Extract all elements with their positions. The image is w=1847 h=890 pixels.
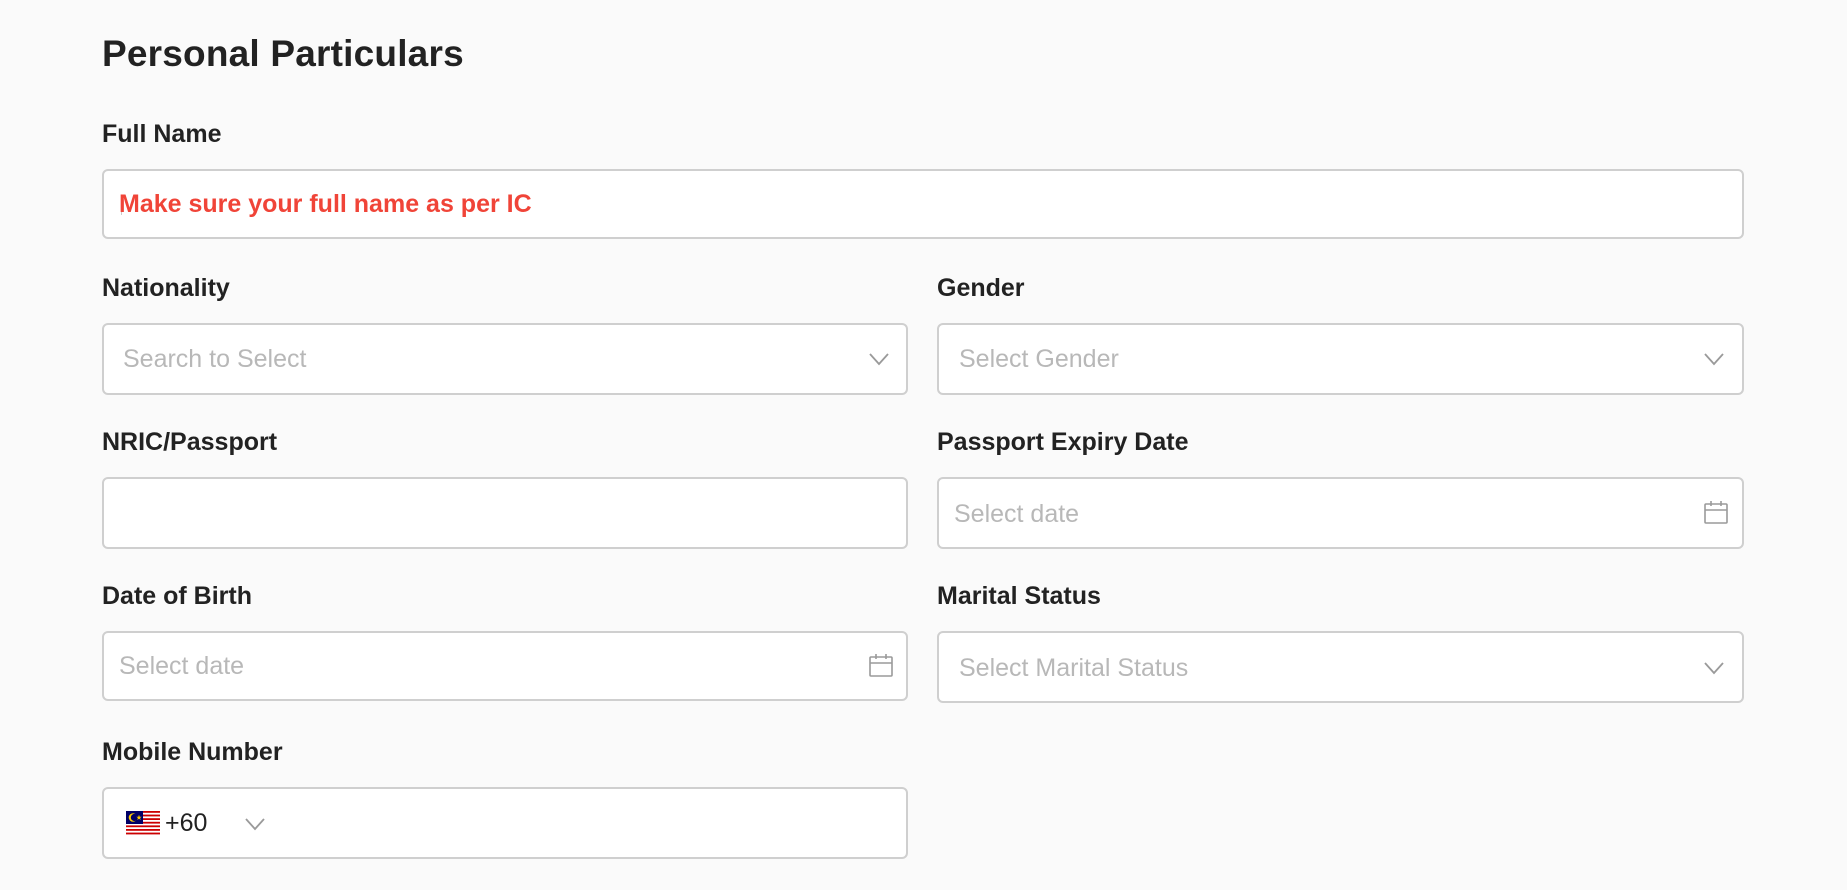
country-code-select[interactable]: +60 xyxy=(104,789,284,857)
calendar-icon[interactable] xyxy=(1703,500,1729,526)
marital-status-placeholder: Select Marital Status xyxy=(959,654,1189,682)
nationality-label: Nationality xyxy=(102,274,230,302)
passport-expiry-date-picker[interactable]: Select date xyxy=(937,477,1744,549)
passport-expiry-date-label: Passport Expiry Date xyxy=(937,428,1189,456)
nric-passport-input[interactable] xyxy=(119,481,879,543)
page-title: Personal Particulars xyxy=(102,33,464,74)
chevron-down-icon[interactable] xyxy=(1703,352,1725,366)
malaysia-flag-icon xyxy=(126,811,160,836)
passport-expiry-date-placeholder: Select date xyxy=(954,500,1080,528)
chevron-down-icon[interactable] xyxy=(1703,661,1725,675)
gender-label: Gender xyxy=(937,274,1025,302)
mobile-number-field[interactable]: +60 xyxy=(102,787,993,859)
gender-select[interactable]: Select Gender xyxy=(937,323,1744,395)
gender-placeholder: Select Gender xyxy=(959,345,1119,373)
nationality-placeholder: Search to Select xyxy=(123,345,307,373)
full-name-field[interactable] xyxy=(102,169,1744,239)
date-of-birth-picker[interactable]: Select date xyxy=(102,631,908,701)
calendar-icon[interactable] xyxy=(868,653,894,679)
chevron-down-icon[interactable] xyxy=(868,352,890,366)
date-of-birth-label: Date of Birth xyxy=(102,582,252,610)
marital-status-label: Marital Status xyxy=(937,582,1101,610)
nationality-select[interactable]: Search to Select xyxy=(102,323,908,395)
nric-passport-label: NRIC/Passport xyxy=(102,428,278,456)
mobile-number-input[interactable] xyxy=(289,791,993,855)
personal-particulars-form: Personal Particulars Full Name Nationali… xyxy=(0,0,1847,890)
dial-code: +60 xyxy=(165,809,208,837)
mobile-number-label: Mobile Number xyxy=(102,738,283,766)
marital-status-select[interactable]: Select Marital Status xyxy=(937,631,1744,703)
chevron-down-icon[interactable] xyxy=(244,817,266,831)
nric-passport-field[interactable] xyxy=(102,477,908,549)
full-name-input[interactable] xyxy=(119,171,1719,237)
date-of-birth-placeholder: Select date xyxy=(119,652,245,680)
full-name-label: Full Name xyxy=(102,120,222,148)
